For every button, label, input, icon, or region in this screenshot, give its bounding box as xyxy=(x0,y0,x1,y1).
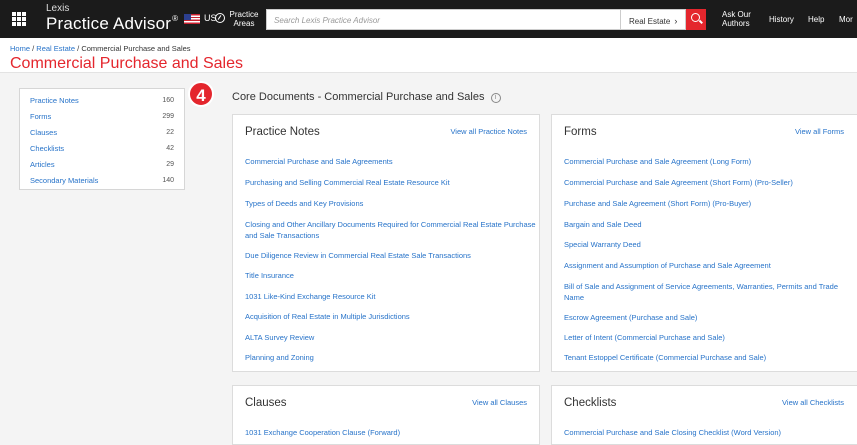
sidebar-count: 29 xyxy=(166,160,174,168)
checklists-card: Checklists View all Checklists Commercia… xyxy=(551,385,857,445)
breadcrumb-real-estate[interactable]: Real Estate xyxy=(36,44,75,53)
list-item-link[interactable]: Purchase and Sale Agreement (Short Form)… xyxy=(564,198,857,209)
brand-name: Practice Advisor® xyxy=(46,14,179,33)
brand-logo[interactable]: Lexis Practice Advisor® xyxy=(46,3,179,33)
sidebar-count: 299 xyxy=(162,112,174,120)
forms-card: Forms View all Forms Commercial Purchase… xyxy=(551,114,857,372)
practice-notes-card: Practice Notes View all Practice Notes C… xyxy=(232,114,540,372)
app-grid-icon[interactable] xyxy=(12,12,26,26)
sidebar-count: 140 xyxy=(162,176,174,184)
ask-our-authors-link[interactable]: Ask Our Authors xyxy=(722,10,751,28)
clauses-card: Clauses View all Clauses 1031 Exchange C… xyxy=(232,385,540,445)
practice-areas-menu[interactable]: Practice Areas xyxy=(228,10,260,28)
card-title: Checklists xyxy=(564,397,617,409)
list-item-link[interactable]: Acquisition of Real Estate in Multiple J… xyxy=(245,311,539,322)
chevron-right-icon: › xyxy=(674,16,678,26)
content-type-sidebar: Practice Notes 160 Forms 299 Clauses 22 … xyxy=(19,88,185,190)
list-item-link[interactable]: Letter of Intent (Commercial Purchase an… xyxy=(564,332,857,343)
list-item-link[interactable]: Title Insurance xyxy=(245,270,539,281)
card-title: Forms xyxy=(564,126,597,138)
breadcrumb: Home / Real Estate / Commercial Purchase… xyxy=(10,44,191,53)
breadcrumb-current: Commercial Purchase and Sales xyxy=(81,44,191,53)
step-number-badge: 4 xyxy=(188,81,214,107)
list-item-link[interactable]: Special Warranty Deed xyxy=(564,239,857,250)
list-item-link[interactable]: Commercial Purchase and Sale Closing Che… xyxy=(564,427,857,438)
sidebar-count: 22 xyxy=(166,128,174,136)
search-scope-dropdown[interactable]: Real Estate › xyxy=(621,9,686,30)
compass-icon[interactable] xyxy=(215,13,225,23)
sidebar-item-forms[interactable]: Forms 299 xyxy=(20,108,184,124)
sidebar-item-clauses[interactable]: Clauses 22 xyxy=(20,124,184,140)
list-item-link[interactable]: 1031 Like-Kind Exchange Resource Kit xyxy=(245,291,539,302)
list-item-link[interactable]: Tenant Estoppel Certificate (Commercial … xyxy=(564,352,857,363)
list-item-link[interactable]: Bill of Sale and Assignment of Service A… xyxy=(564,281,839,303)
card-title: Clauses xyxy=(245,397,287,409)
search-button[interactable] xyxy=(686,9,706,30)
brand-small-text: Lexis xyxy=(46,3,70,14)
sidebar-item-practice-notes[interactable]: Practice Notes 160 xyxy=(20,92,184,108)
list-item-link[interactable]: Planning and Zoning xyxy=(245,352,539,363)
top-navigation-bar: Lexis Practice Advisor® US Practice Area… xyxy=(0,0,857,38)
info-icon[interactable]: i xyxy=(490,93,501,103)
list-item-link[interactable]: Commercial Purchase and Sale Agreement (… xyxy=(564,177,857,188)
search-input[interactable] xyxy=(267,11,620,30)
sidebar-count: 42 xyxy=(166,144,174,152)
help-link[interactable]: Help xyxy=(808,15,824,24)
search-scope-label: Real Estate xyxy=(629,17,671,26)
list-item-link[interactable]: Commercial Purchase and Sale Agreement (… xyxy=(564,156,857,167)
list-item-link[interactable]: Types of Deeds and Key Provisions xyxy=(245,198,539,209)
view-all-checklists-link[interactable]: View all Checklists xyxy=(782,398,844,407)
history-link[interactable]: History xyxy=(769,15,794,24)
search-box[interactable] xyxy=(266,9,621,30)
list-item-link[interactable]: Escrow Agreement (Purchase and Sale) xyxy=(564,312,857,323)
sidebar-item-secondary-materials[interactable]: Secondary Materials 140 xyxy=(20,172,184,188)
page-title: Commercial Purchase and Sales xyxy=(10,55,243,72)
sidebar-count: 160 xyxy=(162,96,174,104)
us-flag-icon[interactable] xyxy=(184,14,200,24)
sidebar-item-articles[interactable]: Articles 29 xyxy=(20,156,184,172)
section-title: Core Documents - Commercial Purchase and… xyxy=(232,91,501,103)
list-item-link[interactable]: Purchasing and Selling Commercial Real E… xyxy=(245,177,539,188)
list-item-link[interactable]: Assignment and Assumption of Purchase an… xyxy=(564,260,857,271)
more-link[interactable]: Mor xyxy=(839,15,853,24)
list-item-link[interactable]: Closing and Other Ancillary Documents Re… xyxy=(245,219,539,241)
search-icon xyxy=(691,13,700,22)
view-all-forms-link[interactable]: View all Forms xyxy=(795,127,844,136)
list-item-link[interactable]: Due Diligence Review in Commercial Real … xyxy=(245,250,539,261)
list-item-link[interactable]: ALTA Survey Review xyxy=(245,332,539,343)
page-header: Home / Real Estate / Commercial Purchase… xyxy=(0,38,857,73)
list-item-link[interactable]: Bargain and Sale Deed xyxy=(564,219,857,230)
view-all-clauses-link[interactable]: View all Clauses xyxy=(472,398,527,407)
breadcrumb-home[interactable]: Home xyxy=(10,44,30,53)
sidebar-item-checklists[interactable]: Checklists 42 xyxy=(20,140,184,156)
list-item-link[interactable]: 1031 Exchange Cooperation Clause (Forwar… xyxy=(245,427,539,438)
view-all-practice-notes-link[interactable]: View all Practice Notes xyxy=(450,127,527,136)
card-title: Practice Notes xyxy=(245,126,320,138)
list-item-link[interactable]: Commercial Purchase and Sale Agreements xyxy=(245,156,539,167)
